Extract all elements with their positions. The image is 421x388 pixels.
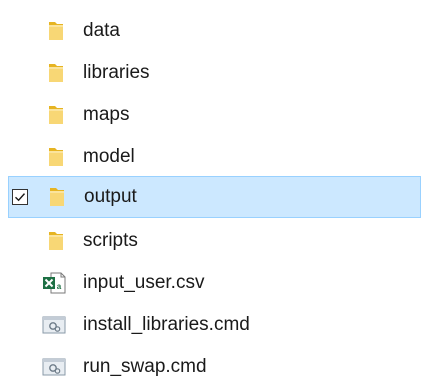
file-row-run-swap-cmd[interactable]: run_swap.cmd (0, 346, 421, 388)
file-name: model (83, 146, 135, 167)
file-row-maps[interactable]: maps (0, 94, 421, 136)
file-row-libraries[interactable]: libraries (0, 52, 421, 94)
file-name: input_user.csv (83, 272, 205, 293)
file-name: scripts (83, 230, 138, 251)
file-row-output[interactable]: output (8, 176, 421, 218)
file-row-data[interactable]: data (0, 10, 421, 52)
svg-text:a: a (57, 282, 62, 291)
folder-icon (50, 188, 64, 206)
folder-icon (49, 22, 63, 40)
checkmark-icon (15, 193, 26, 202)
file-row-install-libraries-cmd[interactable]: install_libraries.cmd (0, 304, 421, 346)
file-list: data libraries maps model output scripts… (0, 0, 421, 377)
folder-icon (49, 106, 63, 124)
file-name: data (83, 20, 120, 41)
excel-csv-icon: a (43, 272, 66, 294)
folder-icon (49, 148, 63, 166)
file-row-scripts[interactable]: scripts (0, 220, 421, 262)
selection-checkbox[interactable] (12, 189, 28, 205)
folder-icon (49, 232, 63, 250)
file-name: output (84, 186, 137, 207)
file-row-input-user-csv[interactable]: a input_user.csv (0, 262, 421, 304)
cmd-script-icon (42, 316, 66, 334)
file-row-model[interactable]: model (0, 136, 421, 178)
cmd-script-icon (42, 358, 66, 376)
folder-icon (49, 64, 63, 82)
file-name: maps (83, 104, 130, 125)
file-name: libraries (83, 62, 150, 83)
file-name: run_swap.cmd (83, 356, 207, 377)
file-name: install_libraries.cmd (83, 314, 250, 335)
